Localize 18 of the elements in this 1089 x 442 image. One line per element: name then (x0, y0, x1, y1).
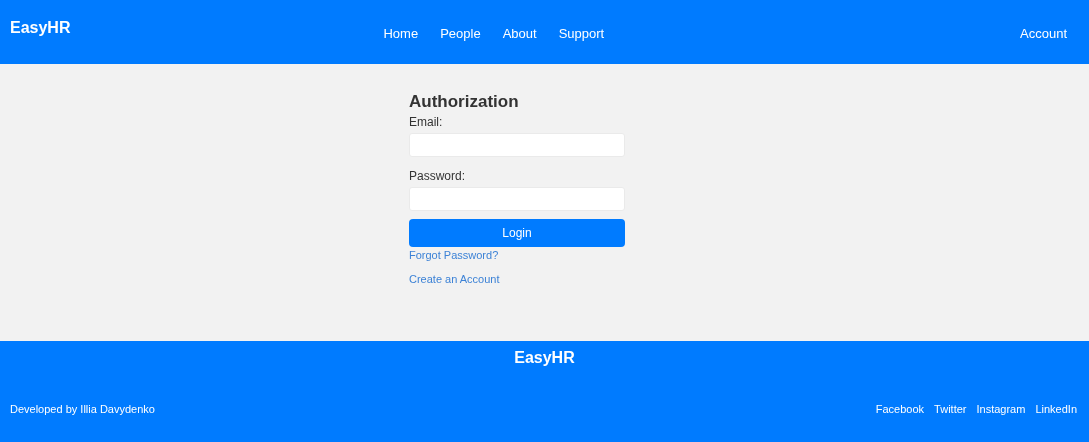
social-link[interactable]: Facebook (875, 403, 925, 415)
field-label: Password: (409, 169, 467, 183)
logo: EasyHR (10, 19, 71, 37)
nav-link[interactable]: Support (558, 26, 605, 41)
social-link[interactable]: LinkedIn (1035, 403, 1077, 415)
nav-link[interactable]: About (502, 26, 537, 41)
field-label: Email: (409, 115, 444, 129)
footer-title: EasyHR (514, 349, 575, 367)
nav-link[interactable]: People (440, 26, 481, 41)
social-link[interactable]: Instagram (976, 403, 1026, 415)
form-link[interactable]: Create an Account (409, 273, 625, 285)
login-button[interactable]: Login (409, 219, 625, 247)
social-link[interactable]: Twitter (934, 403, 967, 415)
form-title: Authorization (409, 92, 520, 112)
account-link[interactable]: Account (1020, 26, 1067, 41)
nav-link[interactable]: Home (383, 26, 419, 41)
form-link[interactable]: Forgot Password? (409, 249, 625, 261)
credit-text: Developed by Illia Davydenko (10, 403, 155, 415)
